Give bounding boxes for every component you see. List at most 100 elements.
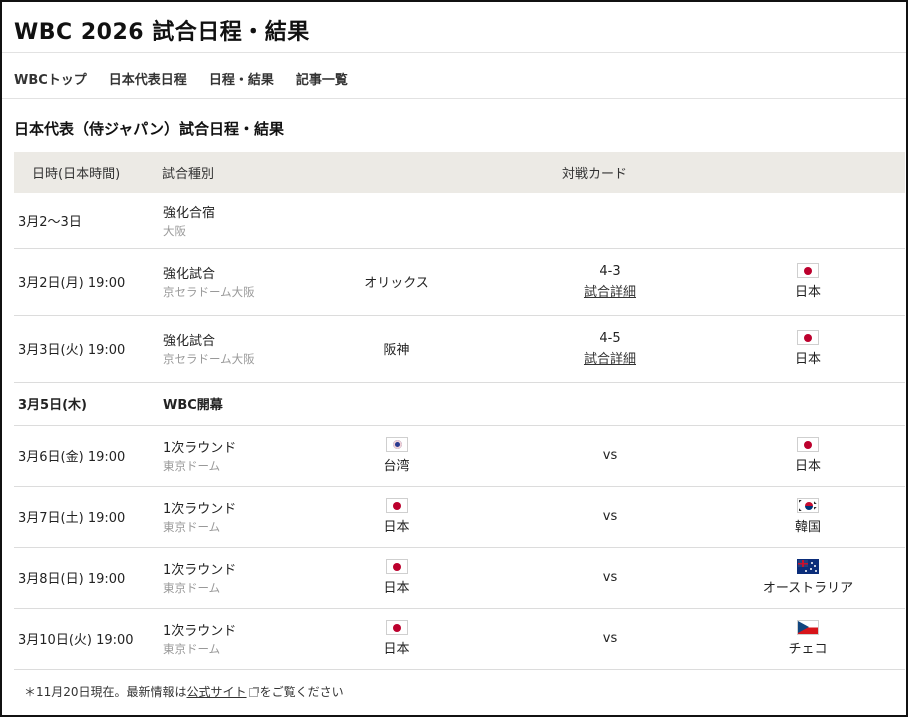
nav-schedule-results[interactable]: 日程・結果 xyxy=(209,69,274,88)
row-type-cell: 1次ラウンド 東京ドーム xyxy=(162,425,284,487)
home-team-cell: 日本 xyxy=(284,486,509,548)
header-date: 日時(日本時間) xyxy=(14,152,162,193)
away-team-cell: オーストラリア xyxy=(711,547,905,609)
score: vs xyxy=(509,547,711,609)
home-team-cell: 日本 xyxy=(284,547,509,609)
row-type-cell: 強化試合 京セラドーム大阪 xyxy=(162,315,284,383)
score: vs xyxy=(509,425,711,487)
home-team: 台湾 xyxy=(383,459,410,474)
header-type: 試合種別 xyxy=(162,152,284,193)
score-cell: 4-5 試合詳細 xyxy=(509,315,711,383)
schedule-table: 日時(日本時間) 試合種別 対戦カード 3月2〜3日 強化合宿 大阪 3月2日(… xyxy=(14,152,905,670)
header-matchup: 対戦カード xyxy=(284,152,905,193)
away-team: 日本 xyxy=(794,285,821,300)
away-team: 韓国 xyxy=(794,520,821,535)
row-date: 3月2〜3日 xyxy=(14,193,162,249)
home-team: オリックス xyxy=(284,248,509,316)
table-row: 3月2〜3日 強化合宿 大阪 xyxy=(14,193,905,249)
table-row: 3月6日(金) 19:00 1次ラウンド 東京ドーム 台湾 vs 日本 xyxy=(14,425,905,487)
row-date: 3月2日(月) 19:00 xyxy=(14,248,162,316)
footer-suffix: をご覧ください xyxy=(259,685,344,699)
home-team-cell: 台湾 xyxy=(284,425,509,487)
score: 4-3 xyxy=(599,263,621,279)
japan-flag-icon xyxy=(797,330,819,345)
row-type: 1次ラウンド xyxy=(163,563,237,578)
row-type: WBC開幕 xyxy=(162,382,284,426)
row-type-cell: 1次ラウンド 東京ドーム xyxy=(162,547,284,609)
table-row: 3月5日(木) WBC開幕 xyxy=(14,382,905,426)
footer-note: ＊11月20日現在。最新情報は公式サイト をご覧ください xyxy=(24,683,344,700)
score: vs xyxy=(509,608,711,670)
row-date: 3月6日(金) 19:00 xyxy=(14,425,162,487)
table-row: 3月8日(日) 19:00 1次ラウンド 東京ドーム 日本 vs オーストラリア xyxy=(14,547,905,609)
away-team: オーストラリア xyxy=(762,581,854,596)
away-team-cell: 日本 xyxy=(711,248,905,316)
divider xyxy=(2,52,906,53)
score: 4-5 xyxy=(599,330,621,346)
score: vs xyxy=(509,486,711,548)
japan-flag-icon xyxy=(385,559,408,574)
away-team-cell: チェコ xyxy=(711,608,905,670)
row-type: 1次ラウンド xyxy=(163,624,237,639)
korea-flag-icon xyxy=(797,498,819,513)
row-venue: 東京ドーム xyxy=(163,520,221,534)
japan-flag-icon xyxy=(385,498,408,513)
row-date: 3月10日(火) 19:00 xyxy=(14,608,162,670)
header-matchup-label: 対戦カード xyxy=(561,167,627,182)
row-type-cell: 1次ラウンド 東京ドーム xyxy=(162,608,284,670)
nav-wbc-top[interactable]: WBCトップ xyxy=(14,69,87,88)
row-type-cell: 1次ラウンド 東京ドーム xyxy=(162,486,284,548)
home-team-cell: 日本 xyxy=(284,608,509,670)
table-header-row: 日時(日本時間) 試合種別 対戦カード xyxy=(14,152,905,193)
row-type-cell: 強化合宿 大阪 xyxy=(162,193,284,249)
top-nav: WBCトップ 日本代表日程 日程・結果 記事一覧 xyxy=(14,69,348,88)
home-team: 日本 xyxy=(383,581,410,596)
japan-flag-icon xyxy=(797,437,819,452)
footer-prefix: ＊11月20日現在。最新情報は xyxy=(24,685,187,699)
away-team-cell: 韓国 xyxy=(711,486,905,548)
row-type: 1次ラウンド xyxy=(163,441,237,456)
row-date: 3月7日(土) 19:00 xyxy=(14,486,162,548)
japan-flag-icon xyxy=(797,263,819,278)
home-team: 日本 xyxy=(383,520,410,535)
row-date: 3月8日(日) 19:00 xyxy=(14,547,162,609)
home-team: 日本 xyxy=(383,642,410,657)
row-venue: 京セラドーム大阪 xyxy=(163,285,255,299)
match-detail-link[interactable]: 試合詳細 xyxy=(584,348,636,367)
japan-flag-icon xyxy=(385,620,408,635)
row-venue: 東京ドーム xyxy=(163,581,221,595)
australia-flag-icon xyxy=(797,559,819,574)
away-team-cell: 日本 xyxy=(711,425,905,487)
czech-flag-icon xyxy=(797,620,819,635)
away-team: チェコ xyxy=(788,642,828,657)
section-title: 日本代表（侍ジャパン）試合日程・結果 xyxy=(14,120,285,138)
row-date: 3月3日(火) 19:00 xyxy=(14,315,162,383)
row-venue: 京セラドーム大阪 xyxy=(163,352,255,366)
official-site-link[interactable]: 公式サイト xyxy=(187,685,247,699)
divider xyxy=(2,98,906,99)
external-link-icon xyxy=(248,687,259,697)
away-team-cell: 日本 xyxy=(711,315,905,383)
table-row: 3月3日(火) 19:00 強化試合 京セラドーム大阪 阪神 4-5 試合詳細 … xyxy=(14,315,905,383)
home-team: 阪神 xyxy=(284,315,509,383)
away-team: 日本 xyxy=(794,459,821,474)
page-title: WBC 2026 試合日程・結果 xyxy=(14,20,310,45)
row-venue: 東京ドーム xyxy=(163,459,221,473)
row-venue: 大阪 xyxy=(163,223,186,238)
row-date: 3月5日(木) xyxy=(14,382,162,426)
row-type: 強化試合 xyxy=(163,267,216,282)
table-row: 3月2日(月) 19:00 強化試合 京セラドーム大阪 オリックス 4-3 試合… xyxy=(14,248,905,316)
score-cell: 4-3 試合詳細 xyxy=(509,248,711,316)
away-team: 日本 xyxy=(794,352,821,367)
row-venue: 東京ドーム xyxy=(163,642,221,656)
row-type: 1次ラウンド xyxy=(163,502,237,517)
nav-articles[interactable]: 記事一覧 xyxy=(296,69,348,88)
match-detail-link[interactable]: 試合詳細 xyxy=(584,281,636,300)
row-type-cell: 強化試合 京セラドーム大阪 xyxy=(162,248,284,316)
row-type: 強化合宿 xyxy=(163,205,216,221)
taiwan-flag-icon xyxy=(385,437,408,452)
row-type: 強化試合 xyxy=(163,334,216,349)
nav-japan-schedule[interactable]: 日本代表日程 xyxy=(109,69,187,88)
table-row: 3月10日(火) 19:00 1次ラウンド 東京ドーム 日本 vs チェコ xyxy=(14,608,905,670)
table-row: 3月7日(土) 19:00 1次ラウンド 東京ドーム 日本 vs 韓国 xyxy=(14,486,905,548)
